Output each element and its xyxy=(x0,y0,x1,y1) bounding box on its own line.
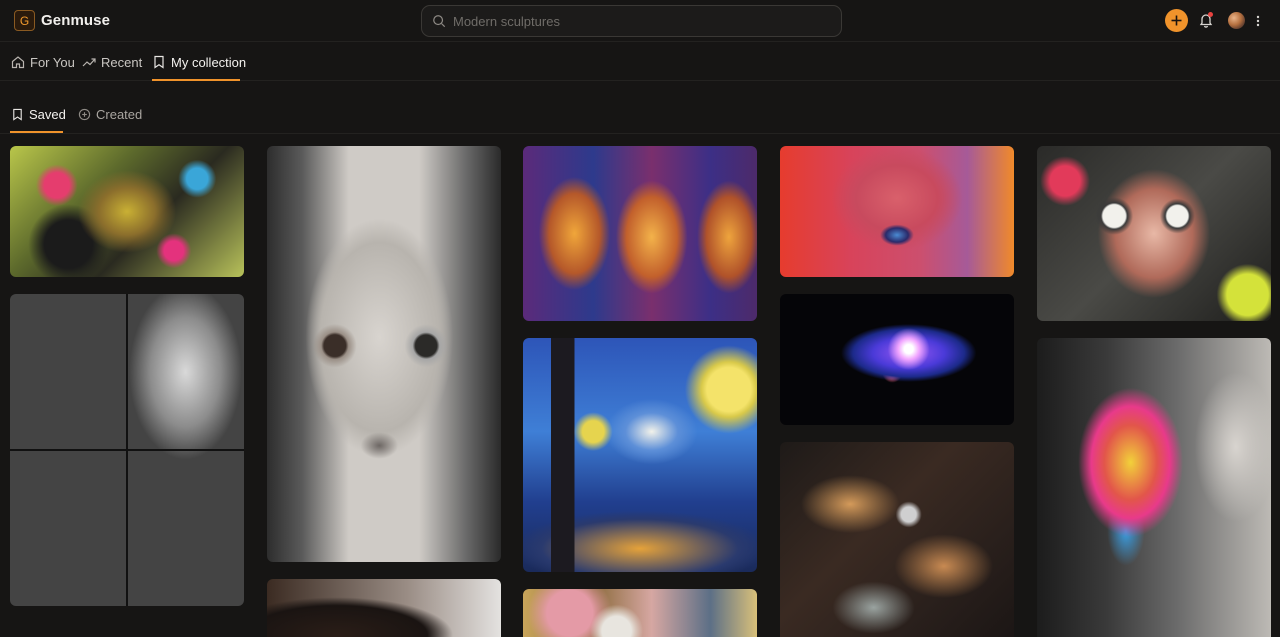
image-card[interactable] xyxy=(10,294,244,606)
app-name[interactable]: Genmuse xyxy=(41,12,110,29)
main-nav: For You Recent My collection xyxy=(0,43,1280,81)
tab-label: For You xyxy=(30,54,75,70)
tab-created[interactable]: Created xyxy=(78,96,142,133)
tab-label: Recent xyxy=(101,54,143,70)
image-card[interactable] xyxy=(1037,338,1271,637)
bookmark-icon xyxy=(154,55,164,69)
image-card[interactable] xyxy=(10,146,244,277)
bookmark-icon xyxy=(13,108,22,121)
plus-icon xyxy=(1171,15,1182,26)
more-vertical-icon[interactable] xyxy=(1254,11,1262,31)
search-bar[interactable] xyxy=(421,5,842,37)
tab-for-you[interactable]: For You xyxy=(11,43,75,81)
collection-tabs: Saved Created xyxy=(0,96,1280,134)
image-card[interactable] xyxy=(523,338,757,572)
image-card[interactable] xyxy=(780,146,1014,277)
create-button[interactable] xyxy=(1165,9,1188,32)
tab-my-collection[interactable]: My collection xyxy=(152,43,246,81)
active-subtab-indicator xyxy=(10,131,63,133)
image-card[interactable] xyxy=(780,442,1014,637)
search-input[interactable] xyxy=(453,6,833,36)
tab-saved[interactable]: Saved xyxy=(11,96,66,133)
tab-label: My collection xyxy=(171,54,247,70)
tab-label: Saved xyxy=(29,107,66,122)
logo-letter: G xyxy=(19,13,30,28)
image-card[interactable] xyxy=(780,294,1014,425)
tab-label: Created xyxy=(96,107,143,122)
trending-icon xyxy=(82,58,96,67)
image-card[interactable] xyxy=(523,146,757,321)
plus-circle-icon xyxy=(78,108,91,121)
image-card[interactable] xyxy=(1037,146,1271,321)
home-icon xyxy=(11,56,25,69)
active-tab-indicator xyxy=(152,79,240,81)
image-card[interactable] xyxy=(267,146,501,562)
logo[interactable]: G xyxy=(14,10,35,31)
avatar[interactable] xyxy=(1228,12,1245,29)
image-card[interactable] xyxy=(267,579,501,637)
search-icon xyxy=(433,15,446,28)
image-card[interactable] xyxy=(523,589,757,637)
notification-badge xyxy=(1208,12,1213,17)
top-bar: G Genmuse xyxy=(0,0,1280,42)
tab-recent[interactable]: Recent xyxy=(82,43,142,81)
